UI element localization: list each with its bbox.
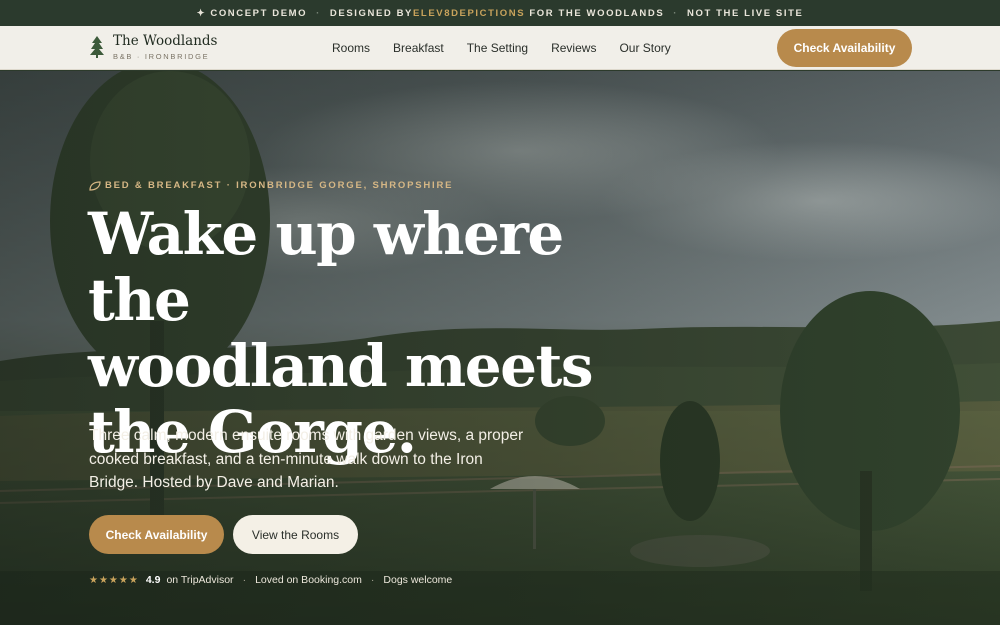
banner-concept-demo: ✦ CONCEPT DEMO — [196, 7, 308, 19]
main-nav: Rooms Breakfast The Setting Reviews Our … — [332, 26, 694, 70]
nav-link-rooms[interactable]: Rooms — [332, 41, 370, 55]
site-header: The Woodlands B&B · IRONBRIDGE Rooms Bre… — [0, 26, 1000, 70]
hero-kicker-text: BED & BREAKFAST · IRONBRIDGE GORGE, SHRO… — [105, 180, 454, 191]
logo-name: The Woodlands — [113, 33, 218, 49]
logo-text: The Woodlands B&B · IRONBRIDGE — [113, 33, 218, 62]
header-check-availability-button[interactable]: Check Availability — [777, 29, 912, 67]
proof-separator: · — [370, 574, 375, 586]
proof-separator: · — [242, 574, 247, 586]
nav-link-breakfast[interactable]: Breakfast — [393, 41, 444, 55]
nav-link-reviews[interactable]: Reviews — [551, 41, 596, 55]
hero-section: BED & BREAKFAST · IRONBRIDGE GORGE, SHRO… — [0, 71, 1000, 625]
banner-separator: · — [316, 7, 321, 19]
hero-check-availability-button[interactable]: Check Availability — [89, 515, 224, 554]
hero-headline-line: Wake up where the — [88, 200, 564, 334]
rating-value: 4.9 — [145, 574, 161, 586]
banner-designer-brand[interactable]: ELEV8DEPICTIONS — [413, 8, 525, 19]
rating-source: on TripAdvisor — [166, 574, 234, 586]
star-rating-icon: ★★★★★ — [89, 574, 139, 586]
nav-link-the-setting[interactable]: The Setting — [467, 41, 528, 55]
view-rooms-button[interactable]: View the Rooms — [233, 515, 358, 554]
banner-designed-by: DESIGNED BYELEV8DEPICTIONS FOR THE WOODL… — [330, 8, 664, 19]
leaf-icon — [89, 180, 101, 191]
site-logo[interactable]: The Woodlands B&B · IRONBRIDGE — [90, 34, 217, 61]
banner-designed-prefix: DESIGNED BY — [329, 7, 413, 19]
hero-description: Three calm, modern ensuite rooms with ga… — [89, 427, 524, 491]
banner-separator: · — [673, 7, 679, 19]
pine-tree-icon — [90, 36, 104, 58]
banner-designed-suffix: FOR THE WOODLANDS — [525, 7, 665, 19]
banner-not-live: NOT THE LIVE SITE — [687, 7, 804, 19]
hero-kicker: BED & BREAKFAST · IRONBRIDGE GORGE, SHRO… — [89, 180, 453, 191]
booking-proof: Loved on Booking.com — [255, 574, 362, 586]
hero-headline-line: woodland meets — [88, 332, 594, 400]
logo-subtitle: B&B · IRONBRIDGE — [113, 52, 210, 61]
dogs-welcome-proof: Dogs welcome — [383, 574, 453, 586]
social-proof-row: ★★★★★ 4.9 on TripAdvisor · Loved on Book… — [89, 574, 452, 586]
nav-link-our-story[interactable]: Our Story — [619, 41, 670, 55]
demo-banner: ✦ CONCEPT DEMO · DESIGNED BYELEV8DEPICTI… — [0, 0, 1000, 26]
